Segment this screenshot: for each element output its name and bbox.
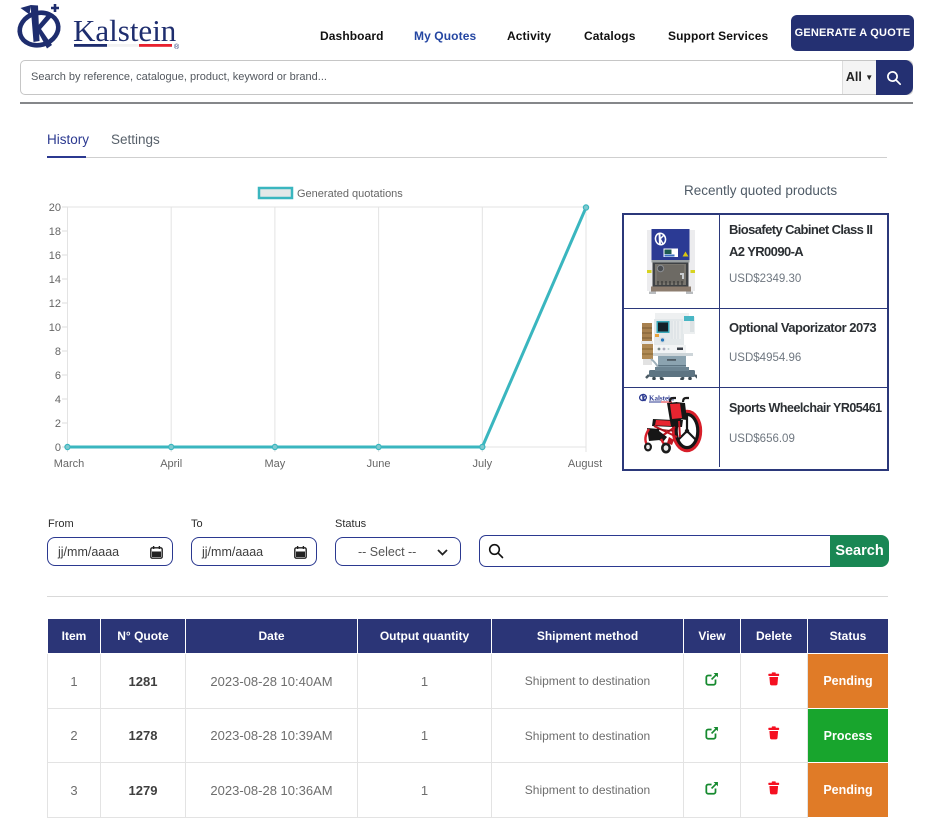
svg-text:2: 2: [55, 418, 61, 430]
svg-text:4: 4: [55, 394, 61, 406]
svg-text:16: 16: [49, 250, 61, 262]
svg-text:0: 0: [55, 442, 61, 454]
svg-text:20: 20: [49, 202, 61, 214]
svg-text:Kalstein: Kalstein: [73, 13, 177, 48]
svg-text:June: June: [367, 458, 391, 470]
svg-text:18: 18: [49, 226, 61, 238]
svg-text:8: 8: [55, 346, 61, 358]
svg-text:Generated quotations: Generated quotations: [297, 188, 403, 200]
svg-text:14: 14: [49, 274, 61, 286]
svg-text:July: July: [473, 458, 493, 470]
svg-text:August: August: [568, 458, 602, 470]
svg-text:®: ®: [174, 43, 180, 51]
svg-text:March: March: [54, 458, 85, 470]
svg-text:April: April: [160, 458, 182, 470]
svg-text:12: 12: [49, 298, 61, 310]
svg-text:May: May: [265, 458, 286, 470]
svg-text:6: 6: [55, 370, 61, 382]
svg-text:10: 10: [49, 322, 61, 334]
